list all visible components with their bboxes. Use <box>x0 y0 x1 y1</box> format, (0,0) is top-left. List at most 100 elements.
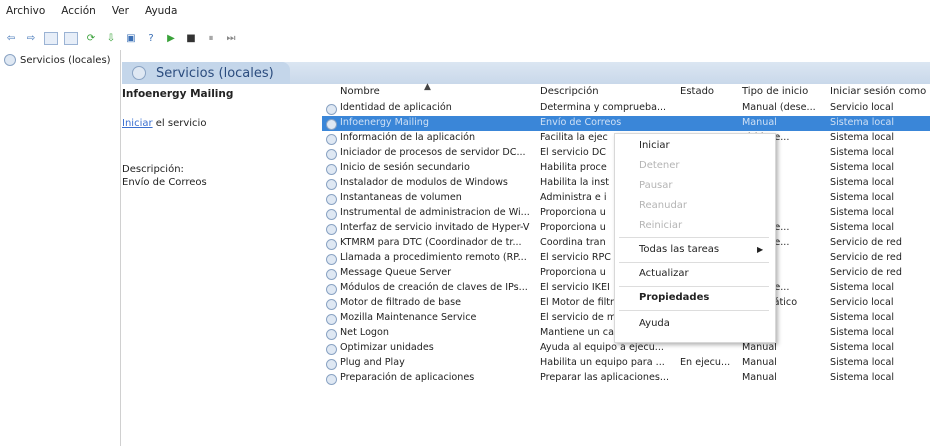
cell-iniciar-sesion: Sistema local <box>830 312 895 323</box>
menu-item-todas-tareas[interactable]: Todas las tareas <box>639 244 719 255</box>
help-icon[interactable]: ? <box>144 31 158 45</box>
cell-nombre: Net Logon <box>340 327 389 338</box>
service-gear-icon <box>326 239 337 250</box>
context-menu: Iniciar Detener Pausar Reanudar Reinicia… <box>614 133 776 343</box>
table-row[interactable]: Identidad de aplicación Determina y compr… <box>322 101 930 116</box>
console-icon[interactable] <box>64 31 78 45</box>
service-gear-icon <box>326 269 337 280</box>
refresh-icon[interactable]: ⟳ <box>84 31 98 45</box>
column-header-nombre[interactable]: Nombre <box>340 86 380 97</box>
cell-iniciar-sesion: Servicio local <box>830 297 894 308</box>
cell-nombre: Iniciador de procesos de servidor DC... <box>340 147 526 158</box>
menu-ver[interactable]: Ver <box>112 5 129 17</box>
column-header-iniciar-sesion[interactable]: Iniciar sesión como <box>830 86 926 97</box>
cell-nombre: Módulos de creación de claves de IPs... <box>340 282 528 293</box>
menu-separator <box>619 262 769 263</box>
tree-item-label: Servicios (locales) <box>20 54 111 66</box>
service-gear-icon <box>326 329 337 340</box>
service-gear-icon <box>326 104 337 115</box>
menu-item-actualizar[interactable]: Actualizar <box>639 268 689 279</box>
menu-separator <box>619 310 769 311</box>
service-gear-icon <box>326 374 337 385</box>
cell-nombre: Llamada a procedimiento remoto (RP... <box>340 252 527 263</box>
menu-ayuda[interactable]: Ayuda <box>145 5 177 17</box>
table-row[interactable]: Infoenergy Mailing Envío de Correos Manual… <box>322 116 930 131</box>
cell-iniciar-sesion: Sistema local <box>830 327 895 338</box>
service-gear-icon <box>326 164 337 175</box>
table-row[interactable]: Plug and Play Habilita un equipo para ...… <box>322 356 930 371</box>
menu-item-detener: Detener <box>639 160 680 171</box>
service-gear-icon <box>326 209 337 220</box>
cell-iniciar-sesion: Sistema local <box>830 147 895 158</box>
cell-nombre: Instantaneas de volumen <box>340 192 462 203</box>
menu-item-reanudar: Reanudar <box>639 200 688 211</box>
cell-iniciar-sesion: Sistema local <box>830 177 895 188</box>
gear-icon <box>4 54 16 66</box>
cell-nombre: Mozilla Maintenance Service <box>340 312 477 323</box>
tree-item-services[interactable]: Servicios (locales) <box>0 54 120 66</box>
table-row[interactable]: Preparación de aplicaciones Preparar las … <box>322 371 930 386</box>
menu-item-reiniciar: Reiniciar <box>639 220 683 231</box>
service-gear-icon <box>326 299 337 310</box>
cell-iniciar-sesion: Sistema local <box>830 207 895 218</box>
cell-nombre: Motor de filtrado de base <box>340 297 462 308</box>
menu-item-iniciar[interactable]: Iniciar <box>639 140 670 151</box>
banner-title: Servicios (locales) <box>156 65 274 81</box>
properties-icon[interactable]: ▣ <box>124 31 138 45</box>
cell-descripcion: Habilita un equipo para ... <box>540 357 665 368</box>
table-row[interactable]: Optimizar unidades Ayuda al equipo a ejec… <box>322 341 930 356</box>
cell-tipo-inicio: Manual (dese... <box>742 102 816 113</box>
menu-item-ayuda[interactable]: Ayuda <box>639 318 670 329</box>
service-title: Infoenergy Mailing <box>122 88 234 100</box>
cell-tipo-inicio: Manual <box>742 342 777 353</box>
stop-icon[interactable]: ■ <box>184 31 198 45</box>
forward-arrow-icon[interactable]: ⇨ <box>24 31 38 45</box>
cell-nombre: Inicio de sesión secundario <box>340 162 470 173</box>
cell-iniciar-sesion: Servicio de red <box>830 237 902 248</box>
restart-icon[interactable]: ⏭ <box>224 31 238 45</box>
cell-nombre: KTMRM para DTC (Coordinador de tr... <box>340 237 522 248</box>
service-gear-icon <box>326 284 337 295</box>
cell-nombre: Preparación de aplicaciones <box>340 372 475 383</box>
cell-iniciar-sesion: Sistema local <box>830 192 895 203</box>
cell-iniciar-sesion: Sistema local <box>830 162 895 173</box>
cell-nombre: Optimizar unidades <box>340 342 434 353</box>
service-gear-icon <box>326 254 337 265</box>
cell-descripcion: Envío de Correos <box>540 117 622 128</box>
export-icon[interactable]: ⇩ <box>104 31 118 45</box>
cell-iniciar-sesion: Sistema local <box>830 357 895 368</box>
column-header-tipo-inicio[interactable]: Tipo de inicio <box>742 86 808 97</box>
menu-accion[interactable]: Acción <box>61 5 96 17</box>
menu-separator <box>619 286 769 287</box>
pause-icon[interactable]: ⏸ <box>204 31 218 45</box>
column-header-descripcion[interactable]: Descripción <box>540 86 599 97</box>
menu-archivo[interactable]: Archivo <box>6 5 45 17</box>
cell-nombre: Plug and Play <box>340 357 405 368</box>
menu-bar: Archivo Acción Ver Ayuda <box>0 0 930 22</box>
table-header: Nombre ▲ Descripción Estado Tipo de inic… <box>322 82 930 100</box>
cell-iniciar-sesion: Sistema local <box>830 222 895 233</box>
show-tree-icon[interactable] <box>44 31 58 45</box>
service-action: Iniciar el servicio <box>122 118 206 129</box>
start-service-link[interactable]: Iniciar <box>122 118 153 129</box>
toolbar: ⇦ ⇨ ⟳ ⇩ ▣ ? ▶ ■ ⏸ ⏭ <box>0 28 930 48</box>
service-gear-icon <box>326 194 337 205</box>
column-header-estado[interactable]: Estado <box>680 86 714 97</box>
cell-tipo-inicio: Manual <box>742 117 777 128</box>
cell-nombre: Identidad de aplicación <box>340 102 452 113</box>
cell-iniciar-sesion: Sistema local <box>830 132 895 143</box>
submenu-arrow-icon: ▶ <box>757 245 764 254</box>
service-gear-icon <box>326 344 337 355</box>
cell-descripcion: Preparar las aplicaciones... <box>540 372 670 383</box>
start-icon[interactable]: ▶ <box>164 31 178 45</box>
service-gear-icon <box>326 134 337 145</box>
back-arrow-icon[interactable]: ⇦ <box>4 31 18 45</box>
cell-tipo-inicio: Manual <box>742 372 777 383</box>
console-tree: Servicios (locales) <box>0 50 121 446</box>
description-label: Descripción: <box>122 164 184 175</box>
services-banner: Servicios (locales) <box>122 62 930 84</box>
menu-item-propiedades[interactable]: Propiedades <box>639 292 709 303</box>
service-gear-icon <box>326 149 337 160</box>
cell-nombre: Interfaz de servicio invitado de Hyper-V <box>340 222 530 233</box>
start-service-text: el servicio <box>152 118 207 129</box>
